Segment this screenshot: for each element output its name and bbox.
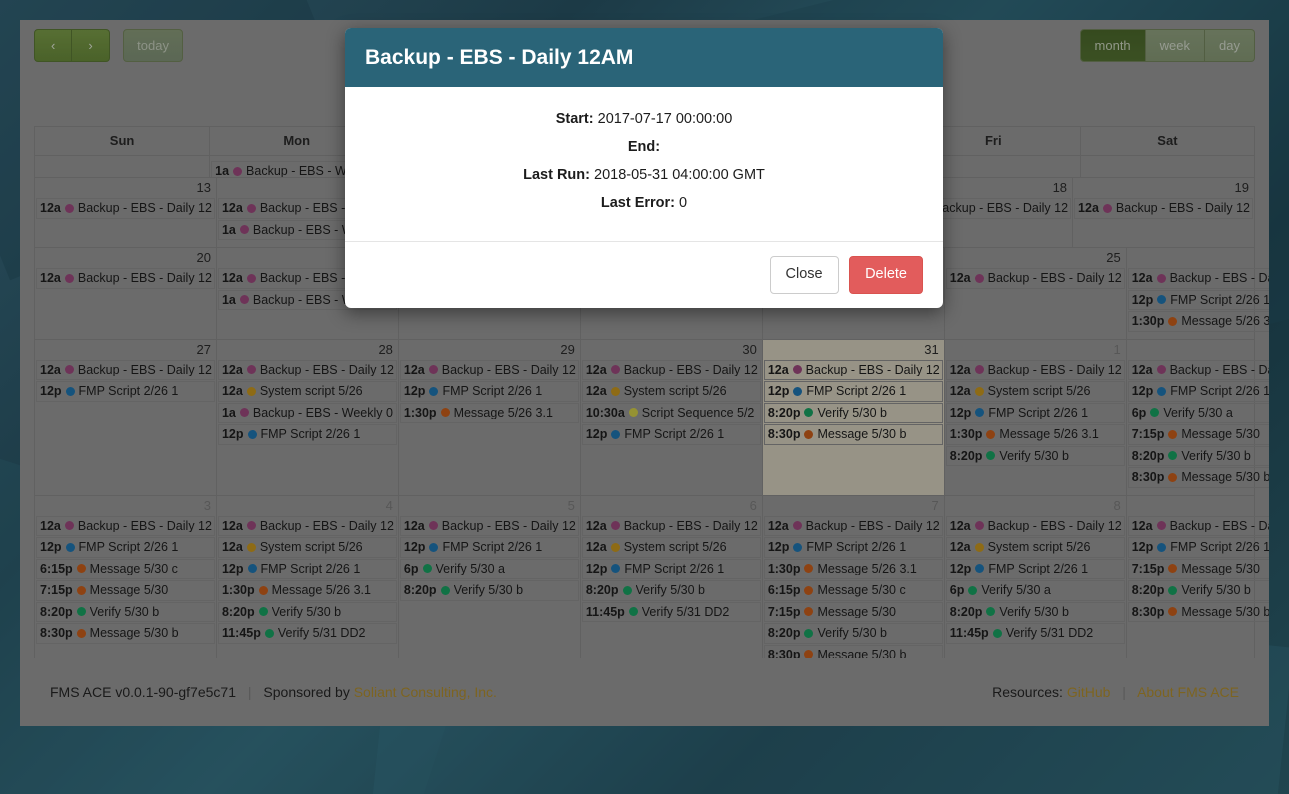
- modal-title: Backup - EBS - Daily 12AM: [365, 46, 634, 69]
- event-detail-modal: Backup - EBS - Daily 12AM Start: 2017-07…: [345, 28, 943, 308]
- modal-field-label: End:: [627, 139, 661, 156]
- modal-field: End:: [365, 139, 923, 155]
- modal-footer: Close Delete: [345, 241, 943, 307]
- modal-field: Last Run: 2018-05-31 04:00:00 GMT: [365, 167, 923, 183]
- modal-field: Last Error: 0: [365, 195, 923, 211]
- modal-field-value: 2017-07-17 00:00:00: [597, 111, 733, 128]
- modal-header: Backup - EBS - Daily 12AM: [345, 28, 943, 88]
- modal-field-value: 0: [679, 195, 688, 212]
- modal-field: Start: 2017-07-17 00:00:00: [365, 111, 923, 127]
- modal-field-label: Last Error:: [600, 195, 676, 212]
- modal-field-label: Start:: [555, 111, 594, 128]
- close-button[interactable]: Close: [769, 256, 839, 294]
- modal-body: Start: 2017-07-17 00:00:00 End: Last Run:…: [345, 87, 943, 241]
- modal-field-value: 2018-05-31 04:00:00 GMT: [594, 167, 765, 184]
- delete-button[interactable]: Delete: [849, 256, 923, 294]
- modal-field-label: Last Run:: [523, 167, 590, 184]
